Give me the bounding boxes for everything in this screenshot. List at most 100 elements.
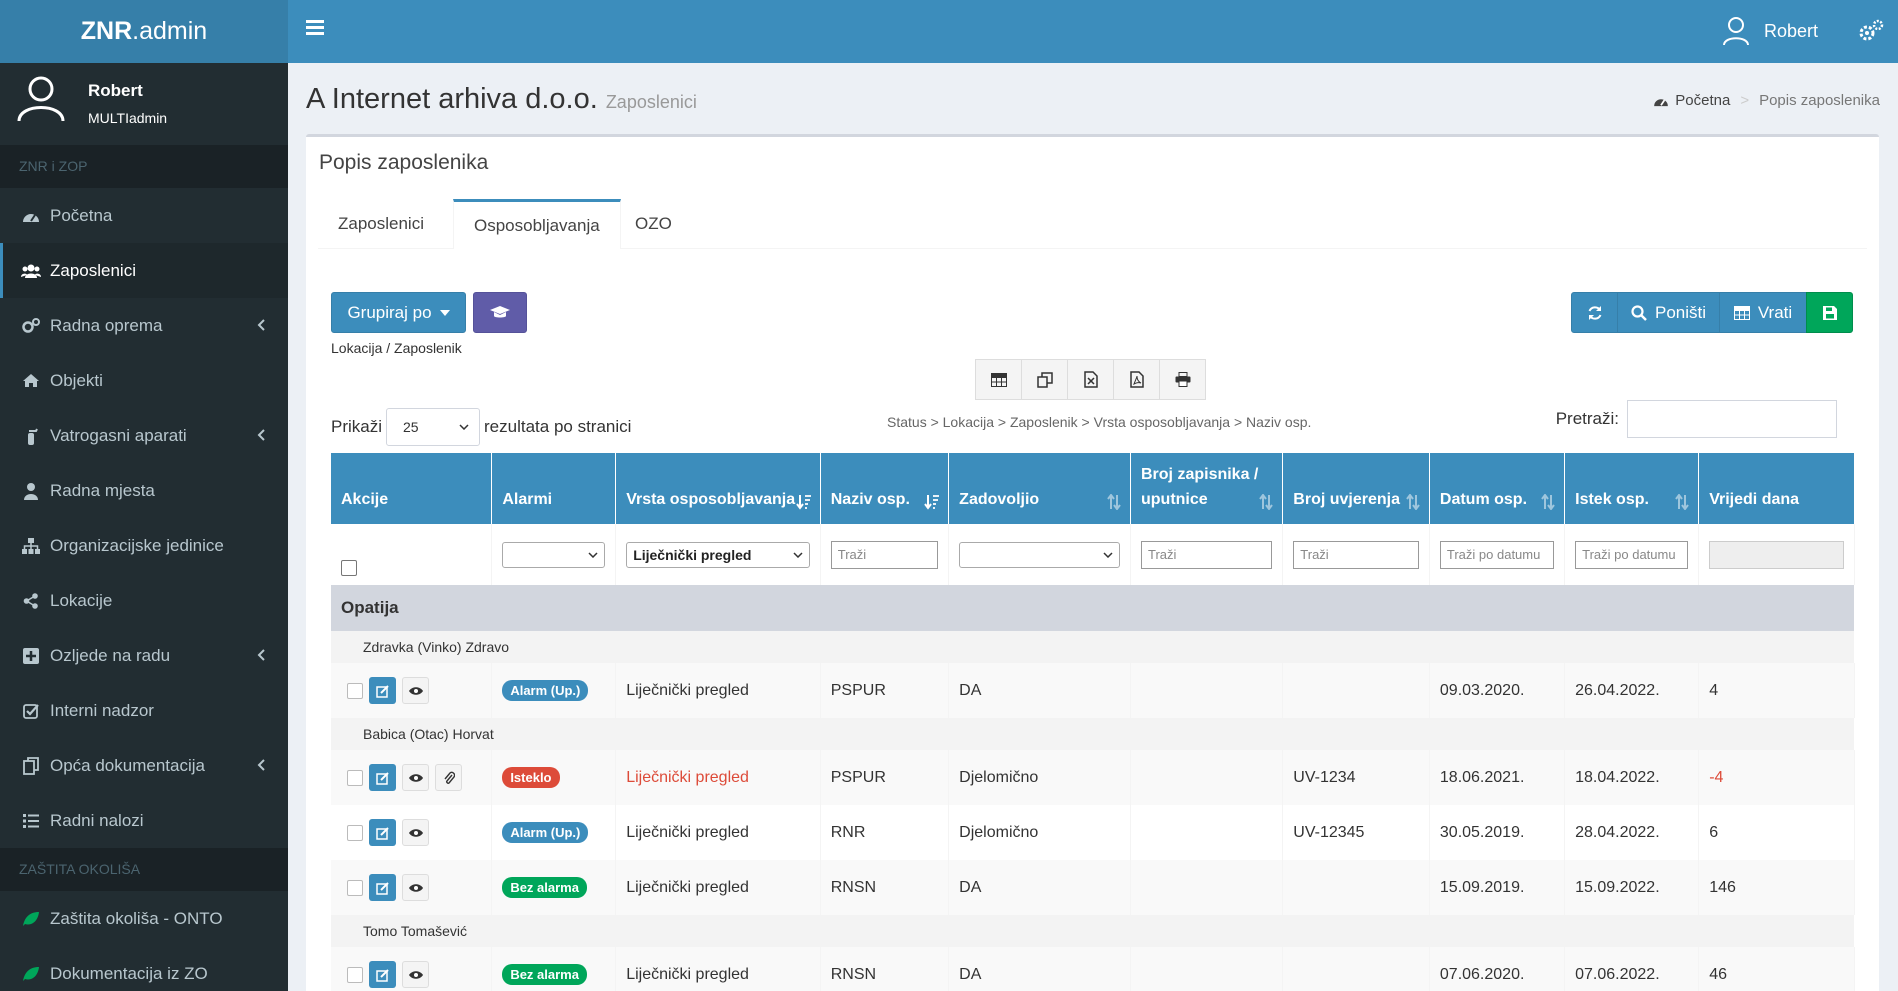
refresh-button[interactable] [1571,292,1618,333]
eye-icon [408,773,423,782]
save-button[interactable] [1806,292,1853,333]
column-header-zadovoljio[interactable]: Zadovoljio [948,453,1131,524]
edit-button[interactable] [369,874,396,901]
copy-button[interactable] [1021,359,1068,400]
breadcrumb-home[interactable]: Početna [1675,92,1730,109]
content-header: A Internet arhiva d.o.o. Zaposlenici [306,83,697,116]
uvjerenje-filter-input[interactable]: Traži [1293,540,1419,569]
excel-export-button[interactable] [1067,359,1114,400]
chevron-left-icon [257,319,265,331]
sidebar-item-zaposlenici[interactable]: Zaposlenici [0,243,288,298]
vrsta-filter-select[interactable]: Liječnički pregled [626,541,810,568]
app-logo[interactable]: ZNR.admin [0,0,288,63]
column-header-vrsta[interactable]: Vrsta osposobljavanja [615,453,821,524]
tab-osposobljavanja[interactable]: Osposobljavanja [453,199,621,249]
employee-group-row: Zdravka (Vinko) Zdravo [331,631,1855,663]
page-subtitle: Zaposlenici [605,92,697,112]
chevron-left-icon [257,759,265,771]
breadcrumb-current: Popis zaposlenika [1759,92,1880,109]
column-visibility-button[interactable] [975,359,1022,400]
chevron-left-icon [257,429,265,441]
filter-row: Liječnički pregled Traži Traži Traži Tra… [331,524,1855,585]
sidebar-item-organizacijske-jedinice[interactable]: Organizacijske jedinice [0,518,288,573]
view-button[interactable] [402,874,429,901]
edit-button[interactable] [369,819,396,846]
breadcrumb: Početna > Popis zaposlenika [1653,92,1880,109]
graduation-cap-icon [490,305,510,317]
search-icon [1631,304,1647,321]
column-header-alarmi: Alarmi [491,453,617,524]
user-menu[interactable]: Robert [1722,14,1818,48]
box-title: Popis zaposlenika [319,151,489,174]
column-header-zapisnik[interactable]: Broj zapisnika / uputnice [1130,453,1284,524]
pdf-export-button[interactable] [1113,359,1160,400]
tab-ozo[interactable]: OZO [615,199,692,249]
tabs: Zaposlenici Osposobljavanja OZO [318,199,1867,249]
select-all-checkbox[interactable] [341,559,357,576]
copy-icon [1036,371,1053,388]
group-by-button[interactable]: Grupiraj po [331,292,466,333]
edit-icon [375,968,389,982]
column-header-istek[interactable]: Istek osp. [1564,453,1700,524]
chevron-left-icon [257,649,265,661]
chevron-down-icon [459,424,469,430]
print-button[interactable] [1159,359,1206,400]
sidebar-item-interni-nadzor[interactable]: Interni nadzor [0,683,288,738]
sidebar-item-vatrogasni-aparati[interactable]: Vatrogasni aparati [0,408,288,463]
column-header-datum[interactable]: Datum osp. [1429,453,1566,524]
sidebar-item-radna-mjesta[interactable]: Radna mjesta [0,463,288,518]
sidebar-item-pocetna[interactable]: Početna [0,188,288,243]
datum-filter-input[interactable]: Traži po datumu [1439,540,1555,569]
edit-button[interactable] [369,677,396,704]
user-panel-role: MULTIadmin [88,110,168,126]
restore-button[interactable]: Vrati [1719,292,1807,333]
tab-zaposlenici[interactable]: Zaposlenici [318,199,444,249]
zadovoljio-filter-select[interactable] [959,541,1120,568]
row-checkbox[interactable] [347,769,363,786]
attachment-button[interactable] [435,764,462,791]
sidebar-item-lokacije[interactable]: Lokacije [0,573,288,628]
sidebar-item-radni-nalozi[interactable]: Radni nalozi [0,793,288,848]
sidebar-item-ozljede-na-radu[interactable]: Ozljede na radu [0,628,288,683]
training-button[interactable] [473,292,527,333]
sidebar-item-radna-oprema[interactable]: Radna oprema [0,298,288,353]
zapisnik-filter-input[interactable]: Traži [1141,540,1273,569]
view-button[interactable] [402,819,429,846]
view-button[interactable] [402,764,429,791]
check-square-icon [20,702,42,720]
sidebar-item-opca-dokumentacija[interactable]: Opća dokumentacija [0,738,288,793]
naziv-filter-input[interactable]: Traži [830,540,939,569]
reset-button[interactable]: Poništi [1617,292,1720,333]
cogs-icon[interactable] [1858,18,1884,44]
istek-filter-input[interactable]: Traži po datumu [1575,540,1689,569]
bars-icon[interactable] [306,20,324,36]
alarm-badge: Alarm (Up.) [502,680,589,701]
row-checkbox[interactable] [347,966,363,983]
alarm-filter-select[interactable] [502,541,606,568]
row-checkbox[interactable] [347,824,363,841]
edit-button[interactable] [369,961,396,988]
search-input[interactable] [1627,400,1837,438]
chevron-down-icon [793,551,803,558]
save-icon [1822,305,1837,320]
row-checkbox[interactable] [347,682,363,699]
alarm-badge: Isteklo [502,767,560,788]
sidebar-item-dokumentacija-iz-zo[interactable]: Dokumentacija iz ZO [0,946,288,991]
view-button[interactable] [402,677,429,704]
sitemap-icon [20,537,42,555]
page-length-select[interactable]: 25 [386,408,481,446]
column-header-naziv[interactable]: Naziv osp. [820,453,950,524]
sidebar-item-objekti[interactable]: Objekti [0,353,288,408]
edit-button[interactable] [369,764,396,791]
table-row: Alarm (Up.) Liječnički pregled RNR Djelo… [331,805,1855,860]
sort-icon [1406,494,1420,510]
row-checkbox[interactable] [347,879,363,896]
vrijedi-filter-input[interactable] [1709,540,1844,569]
users-icon [20,262,42,280]
caret-down-icon [439,309,450,316]
sidebar-item-zastita-okolisa-onto[interactable]: Zaštita okoliša - ONTO [0,891,288,946]
table-row: Bez alarma Liječnički pregled RNSN DA 07… [331,947,1855,991]
column-header-uvjerenje[interactable]: Broj uvjerenja [1282,453,1430,524]
view-button[interactable] [402,961,429,988]
chevron-down-icon [588,551,598,558]
